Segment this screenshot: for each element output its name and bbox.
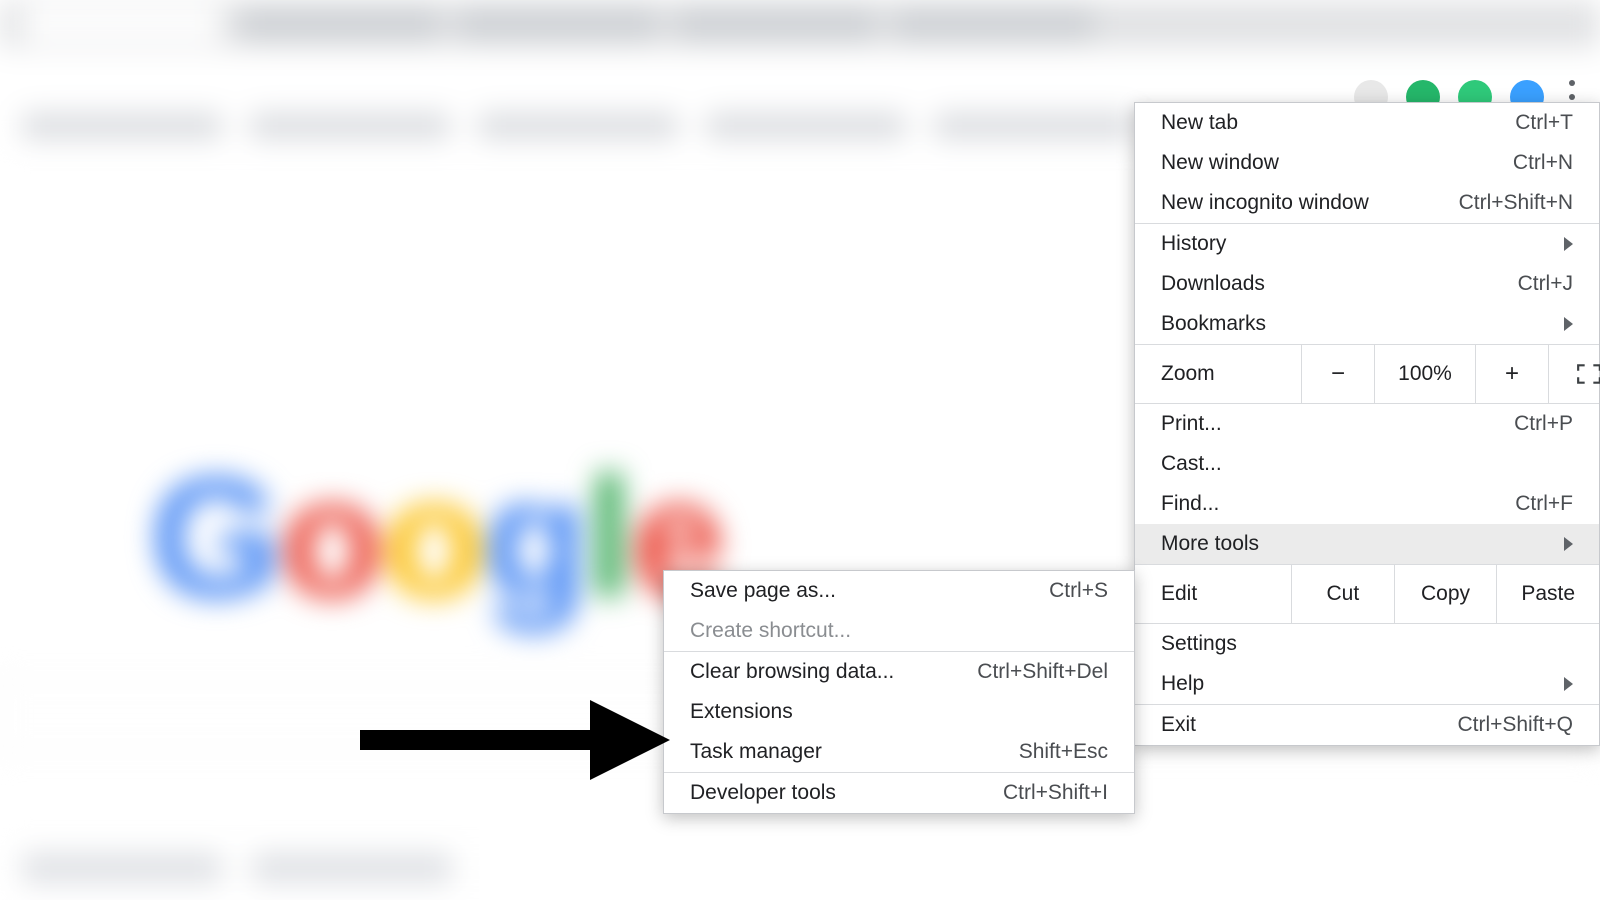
menu-history[interactable]: History: [1135, 224, 1599, 264]
menu-settings[interactable]: Settings: [1135, 624, 1599, 664]
menu-new-tab[interactable]: New tab Ctrl+T: [1135, 103, 1599, 143]
zoom-label: Zoom: [1135, 362, 1301, 386]
menu-exit[interactable]: Exit Ctrl+Shift+Q: [1135, 705, 1599, 745]
main-menu: New tab Ctrl+T New window Ctrl+N New inc…: [1134, 102, 1600, 746]
menu-help[interactable]: Help: [1135, 664, 1599, 704]
menu-cast[interactable]: Cast...: [1135, 444, 1599, 484]
menu-edit-row: Edit Cut Copy Paste: [1135, 565, 1599, 623]
edit-label: Edit: [1135, 582, 1291, 606]
submenu-developer-tools[interactable]: Developer tools Ctrl+Shift+I: [664, 773, 1134, 813]
menu-shortcut: Ctrl+T: [1515, 111, 1573, 135]
zoom-in-button[interactable]: +: [1475, 345, 1548, 403]
menu-new-window[interactable]: New window Ctrl+N: [1135, 143, 1599, 183]
fullscreen-button[interactable]: [1548, 345, 1600, 403]
submenu-clear-browsing-data[interactable]: Clear browsing data... Ctrl+Shift+Del: [664, 652, 1134, 692]
menu-new-incognito[interactable]: New incognito window Ctrl+Shift+N: [1135, 183, 1599, 223]
menu-more-tools[interactable]: More tools: [1135, 524, 1599, 564]
zoom-value: 100%: [1374, 345, 1475, 403]
edit-cut-button[interactable]: Cut: [1291, 565, 1394, 623]
menu-find[interactable]: Find... Ctrl+F: [1135, 484, 1599, 524]
fullscreen-icon: [1576, 363, 1600, 385]
menu-zoom-row: Zoom − 100% +: [1135, 345, 1599, 403]
submenu-save-page[interactable]: Save page as... Ctrl+S: [664, 571, 1134, 611]
menu-label: New tab: [1161, 111, 1499, 135]
submenu-create-shortcut[interactable]: Create shortcut...: [664, 611, 1134, 651]
submenu-extensions[interactable]: Extensions: [664, 692, 1134, 732]
edit-paste-button[interactable]: Paste: [1496, 565, 1599, 623]
zoom-out-button[interactable]: −: [1301, 345, 1374, 403]
more-tools-submenu: Save page as... Ctrl+S Create shortcut..…: [663, 570, 1135, 814]
menu-bookmarks[interactable]: Bookmarks: [1135, 304, 1599, 344]
google-logo: Google: [150, 440, 718, 636]
menu-downloads[interactable]: Downloads Ctrl+J: [1135, 264, 1599, 304]
edit-copy-button[interactable]: Copy: [1394, 565, 1497, 623]
submenu-task-manager[interactable]: Task manager Shift+Esc: [664, 732, 1134, 772]
menu-print[interactable]: Print... Ctrl+P: [1135, 404, 1599, 444]
